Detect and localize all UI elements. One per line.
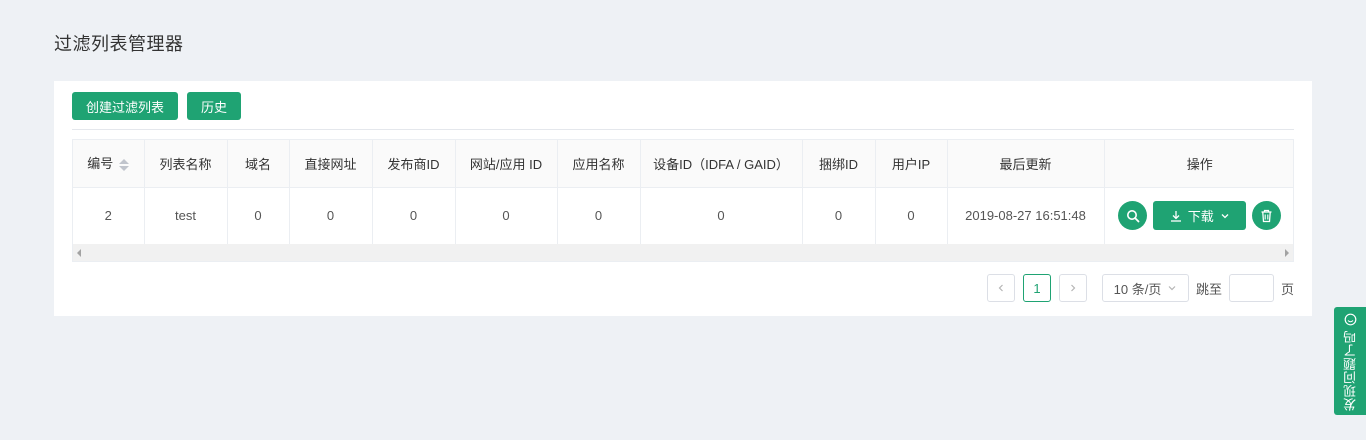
column-header-site-app-id: 网站/应用 ID bbox=[455, 140, 558, 188]
cell-domain: 0 bbox=[227, 187, 290, 245]
scroll-right-icon[interactable] bbox=[1285, 248, 1289, 257]
table-header-row: 编号 列表名称 域名 直接网址 发布商ID 网站/应用 ID 应用名称 设备ID… bbox=[73, 140, 1293, 188]
column-header-url: 直接网址 bbox=[289, 140, 373, 188]
prev-page-button[interactable] bbox=[987, 274, 1015, 302]
column-header-app-name: 应用名称 bbox=[557, 140, 641, 188]
sort-icon[interactable] bbox=[119, 157, 130, 173]
page-size-value: 10 条/页 bbox=[1113, 281, 1162, 297]
cell-name: test bbox=[144, 187, 228, 245]
smile-icon bbox=[1344, 313, 1356, 326]
download-label: 下载 bbox=[1187, 209, 1214, 224]
cell-url: 0 bbox=[289, 187, 373, 245]
column-header-bundle-id: 捆绑ID bbox=[802, 140, 876, 188]
page-suffix: 页 bbox=[1281, 281, 1295, 297]
scroll-left-icon[interactable] bbox=[77, 248, 81, 257]
page-title: 过滤列表管理器 bbox=[54, 34, 184, 54]
column-header-user-ip: 用户IP bbox=[875, 140, 948, 188]
cell-site-app-id: 0 bbox=[455, 187, 558, 245]
jump-page-input[interactable] bbox=[1229, 274, 1275, 302]
pagination: 1 10 条/页 跳至 页 bbox=[987, 274, 1294, 302]
table-row: 2 test 0 0 0 0 0 0 0 0 2019-08-27 16:51:… bbox=[73, 187, 1293, 245]
feedback-label: 发现问题了吗 bbox=[1342, 330, 1358, 411]
cell-app-name: 0 bbox=[557, 187, 641, 245]
download-icon bbox=[1170, 210, 1181, 222]
column-header-name: 列表名称 bbox=[144, 140, 228, 188]
filter-list-table: 编号 列表名称 域名 直接网址 发布商ID 网站/应用 ID 应用名称 设备ID… bbox=[72, 139, 1294, 262]
column-header-id[interactable]: 编号 bbox=[73, 140, 145, 188]
chevron-right-icon bbox=[1071, 284, 1076, 292]
feedback-tab[interactable]: 发现问题了吗 bbox=[1334, 307, 1366, 415]
delete-button[interactable] bbox=[1252, 201, 1282, 230]
cell-id: 2 bbox=[73, 187, 145, 245]
cell-bundle-id: 0 bbox=[802, 187, 876, 245]
filter-list-panel: 创建过滤列表 历史 编号 列表名称 域名 直接网址 发布商ID 网站/应用 ID… bbox=[54, 81, 1312, 316]
chevron-left-icon bbox=[998, 284, 1003, 292]
column-header-publisher-id: 发布商ID bbox=[372, 140, 456, 188]
column-header-domain: 域名 bbox=[227, 140, 290, 188]
create-filter-list-button[interactable]: 创建过滤列表 bbox=[72, 92, 179, 120]
cell-device-id: 0 bbox=[640, 187, 803, 245]
cell-user-ip: 0 bbox=[875, 187, 948, 245]
trash-icon bbox=[1261, 209, 1272, 222]
column-header-updated: 最后更新 bbox=[947, 140, 1105, 188]
chevron-down-icon bbox=[1168, 286, 1176, 291]
next-page-button[interactable] bbox=[1059, 274, 1087, 302]
toolbar: 创建过滤列表 历史 bbox=[72, 92, 242, 120]
page-size-select[interactable]: 10 条/页 bbox=[1102, 274, 1189, 302]
cell-actions: 下载 bbox=[1104, 187, 1293, 245]
search-icon bbox=[1126, 209, 1140, 222]
divider bbox=[72, 129, 1294, 130]
horizontal-scrollbar[interactable] bbox=[73, 244, 1293, 261]
jump-label: 跳至 bbox=[1196, 281, 1223, 297]
column-header-actions: 操作 bbox=[1104, 140, 1293, 188]
chevron-down-icon bbox=[1221, 213, 1229, 218]
download-button[interactable]: 下载 bbox=[1153, 201, 1247, 230]
history-button[interactable]: 历史 bbox=[187, 92, 242, 120]
cell-publisher-id: 0 bbox=[372, 187, 456, 245]
column-header-device-id: 设备ID（IDFA / GAID） bbox=[640, 140, 803, 188]
cell-updated: 2019-08-27 16:51:48 bbox=[947, 187, 1105, 245]
view-button[interactable] bbox=[1118, 201, 1148, 230]
page-number[interactable]: 1 bbox=[1023, 274, 1051, 302]
